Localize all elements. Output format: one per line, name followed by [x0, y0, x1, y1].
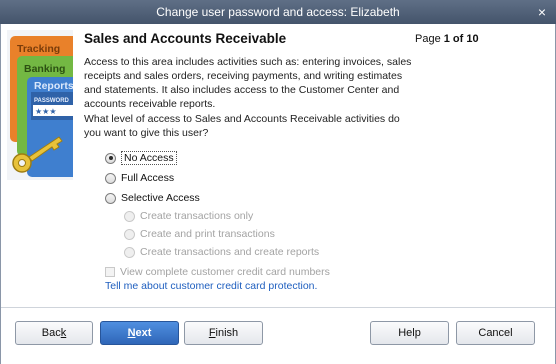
credit-card-checkbox-control[interactable]: [105, 267, 115, 277]
next-button[interactable]: Next: [100, 321, 179, 345]
button-divider: [1, 307, 555, 308]
radio-create-and-print[interactable]: Create and print transactions: [124, 228, 275, 240]
tracking-card-label: Tracking: [17, 43, 60, 55]
page-value: 1 of 10: [443, 33, 479, 45]
reports-card-label: Reports: [34, 80, 73, 92]
next-button-mnemonic: N: [127, 327, 136, 339]
title-bar: Change user password and access: Elizabe…: [0, 0, 556, 24]
radio-create-and-print-label: Create and print transactions: [140, 228, 275, 240]
back-button[interactable]: Bac k: [15, 321, 93, 345]
dialog-body: Tracking Banking Reports PASSWORD ★★★ Sa…: [0, 24, 556, 364]
finish-button-label-b: inish: [215, 327, 239, 339]
radio-selective-access-control[interactable]: [105, 192, 116, 204]
password-mask: ★★★: [35, 107, 57, 116]
radio-create-transactions-only-label: Create transactions only: [140, 210, 254, 222]
radio-create-transactions-only-control[interactable]: [124, 210, 135, 222]
window-title: Change user password and access: Elizabe…: [156, 5, 400, 19]
credit-card-checkbox[interactable]: View complete customer credit card numbe…: [105, 266, 330, 278]
radio-full-access-label: Full Access: [121, 172, 175, 184]
banking-card-label: Banking: [24, 63, 65, 75]
page-prefix: Page: [415, 33, 444, 45]
finish-button-mnemonic: F: [208, 327, 216, 339]
password-label: PASSWORD: [34, 98, 70, 104]
radio-no-access-control[interactable]: [105, 152, 116, 164]
section-title: Sales and Accounts Receivable: [84, 31, 287, 46]
radio-selective-access-label: Selective Access: [121, 192, 200, 204]
illustration-graphic: Tracking Banking Reports PASSWORD ★★★: [7, 30, 73, 180]
help-button[interactable]: Help: [370, 321, 449, 345]
radio-no-access-label: No Access: [121, 151, 177, 165]
radio-create-and-reports-control[interactable]: [124, 246, 135, 258]
back-button-mnemonic: k: [60, 327, 67, 339]
credit-card-checkbox-label: View complete customer credit card numbe…: [120, 266, 330, 278]
credit-card-help-link[interactable]: Tell me about customer credit card prote…: [105, 280, 317, 292]
page-indicator: Page 1 of 10: [415, 33, 479, 45]
access-illustration: Tracking Banking Reports PASSWORD ★★★: [7, 30, 73, 180]
radio-create-and-reports-label: Create transactions and create reports: [140, 246, 320, 258]
finish-button[interactable]: Finish: [184, 321, 263, 345]
radio-selective-access[interactable]: Selective Access: [105, 192, 200, 204]
radio-full-access-control[interactable]: [105, 172, 116, 184]
back-button-label-a: Bac: [41, 327, 61, 339]
radio-full-access[interactable]: Full Access: [105, 172, 174, 184]
access-question: What level of access to Sales and Accoun…: [84, 113, 400, 139]
radio-create-and-print-control[interactable]: [124, 228, 135, 240]
close-icon[interactable]: ×: [534, 4, 550, 20]
next-button-label-b: ext: [135, 327, 152, 339]
radio-create-transactions-only[interactable]: Create transactions only: [124, 210, 253, 222]
cancel-button[interactable]: Cancel: [456, 321, 535, 345]
area-description: Access to this area includes activities …: [84, 56, 412, 110]
radio-no-access[interactable]: No Access: [105, 151, 177, 165]
radio-create-and-reports[interactable]: Create transactions and create reports: [124, 246, 319, 258]
